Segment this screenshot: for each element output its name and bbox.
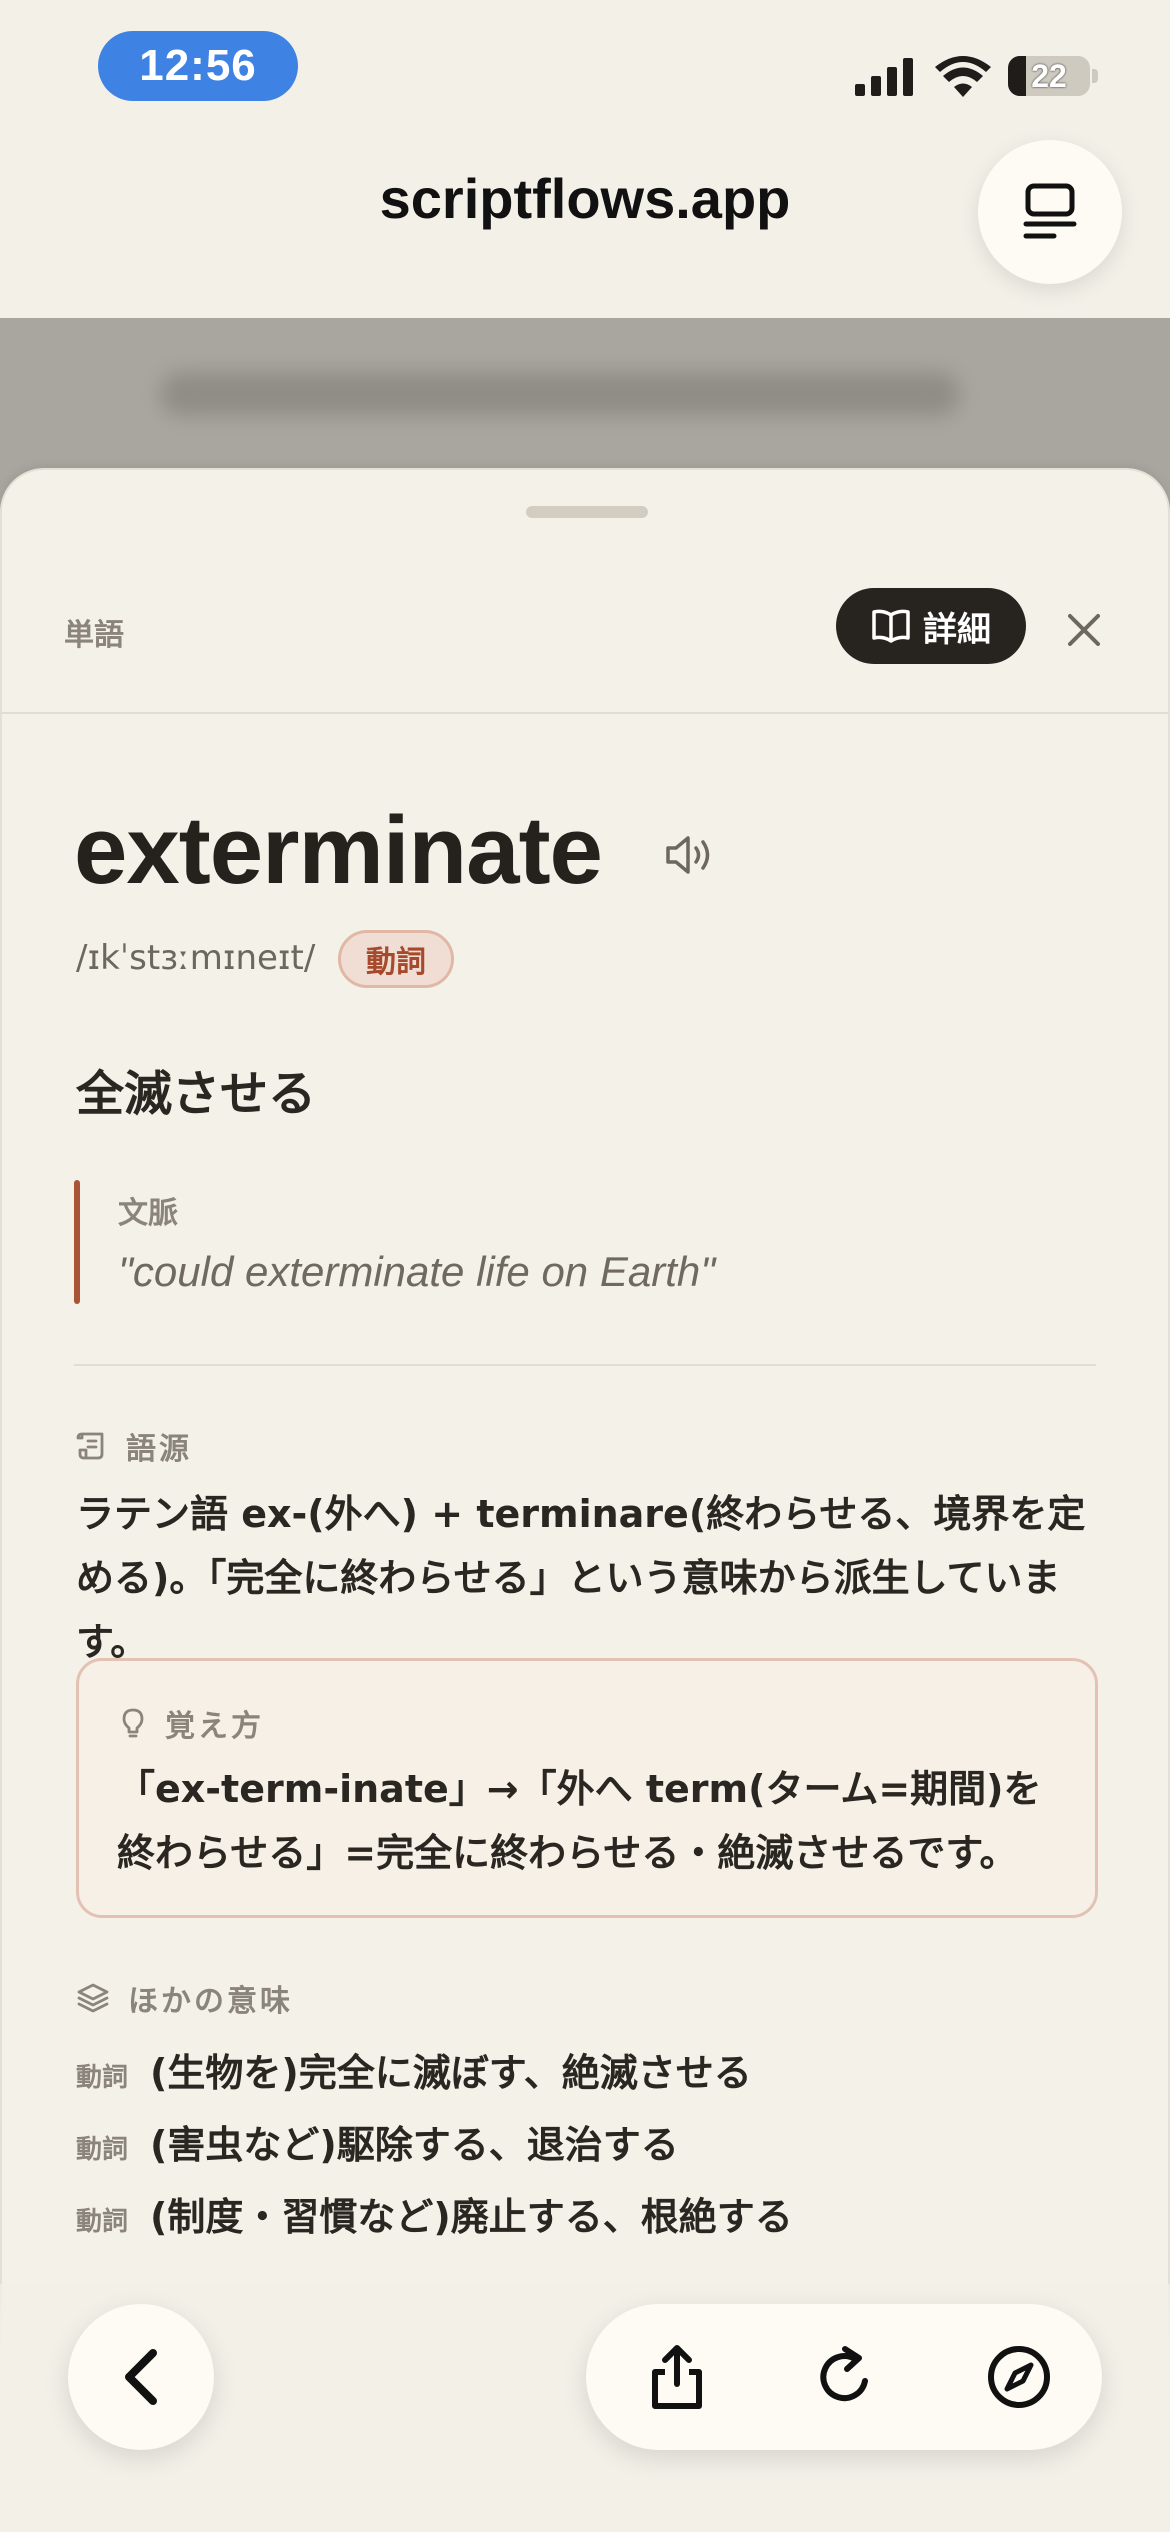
- memo-card: 覚え方 「ex-term-inate」→「外へ term(ターム=期間)を終わら…: [76, 1658, 1098, 1918]
- layers-icon: [77, 1983, 109, 2013]
- compass-icon: [988, 2346, 1050, 2408]
- other-meaning-pos: 動詞: [76, 2207, 129, 2237]
- other-meaning-row: 動詞 (害虫など)駆除する、退治する: [76, 2114, 679, 2169]
- reload-button[interactable]: [780, 2304, 910, 2450]
- other-meaning-pos: 動詞: [76, 2135, 129, 2165]
- back-button[interactable]: [68, 2304, 214, 2450]
- compass-button[interactable]: [954, 2304, 1084, 2450]
- battery-indicator: 22: [1008, 56, 1090, 96]
- content-divider: [74, 1364, 1096, 1366]
- sheet-grabber[interactable]: [526, 506, 648, 518]
- battery-fill: [1008, 56, 1027, 96]
- other-meaning-row: 動詞 (制度・習慣など)廃止する、根絶する: [76, 2186, 793, 2241]
- other-meaning-text: (制度・習慣など)廃止する、根絶する: [150, 2195, 793, 2239]
- cellular-signal-icon: [855, 58, 913, 96]
- status-time: 12:56: [98, 31, 298, 101]
- status-bar: 12:56 22: [0, 0, 1170, 130]
- header-divider: [2, 712, 1168, 714]
- memo-text: 「ex-term-inate」→「外へ term(ターム=期間)を終わらせる」=…: [117, 1767, 1042, 1875]
- wifi-icon: [935, 56, 991, 97]
- tabs-button[interactable]: [978, 140, 1122, 284]
- blurred-page-content: [160, 372, 960, 416]
- speaker-icon[interactable]: [664, 833, 716, 877]
- battery-tip: [1092, 69, 1098, 83]
- other-meanings-label: ほかの意味: [128, 1984, 293, 2019]
- memo-label: 覚え方: [165, 1709, 264, 1744]
- reload-icon: [820, 2346, 868, 2402]
- pos-badge: 動詞: [338, 930, 454, 988]
- sheet-kind-label: 単語: [64, 618, 124, 653]
- other-meanings-heading: ほかの意味: [76, 1976, 293, 2020]
- scroll-icon: [76, 1432, 104, 1460]
- word-detail-sheet: 単語 詳細 exterminate /ɪkˈstɜːmɪneɪt/ 動詞 全滅さ…: [0, 468, 1170, 2532]
- context-accent-bar: [74, 1180, 80, 1304]
- close-icon[interactable]: [1060, 606, 1108, 654]
- headword: exterminate: [74, 797, 603, 904]
- etymology-heading: 語源: [76, 1424, 192, 1468]
- other-meaning-row: 動詞 (生物を)完全に滅ぼす、絶滅させる: [76, 2042, 752, 2097]
- memo-heading: 覚え方: [119, 1701, 264, 1745]
- context-quote: "could exterminate life on Earth": [118, 1248, 716, 1295]
- chevron-left-icon: [125, 2349, 157, 2405]
- book-icon: [872, 609, 910, 643]
- detail-button-label: 詳細: [923, 609, 991, 650]
- primary-meaning: 全滅させる: [76, 1066, 317, 1122]
- detail-button[interactable]: 詳細: [836, 588, 1026, 664]
- context-label: 文脈: [118, 1196, 178, 1231]
- other-meaning-pos: 動詞: [76, 2063, 129, 2093]
- share-icon: [652, 2345, 702, 2409]
- lightbulb-icon: [122, 1708, 144, 1738]
- other-meaning-text: (生物を)完全に滅ぼす、絶滅させる: [150, 2051, 752, 2095]
- other-meaning-text: (害虫など)駆除する、退治する: [150, 2123, 679, 2167]
- browser-actions: [586, 2304, 1102, 2450]
- tabs-icon: [1023, 183, 1077, 239]
- battery-level: 22: [1031, 57, 1067, 94]
- etymology-label: 語源: [126, 1432, 192, 1467]
- phonetic: /ɪkˈstɜːmɪneɪt/: [76, 938, 316, 978]
- share-button[interactable]: [612, 2304, 742, 2450]
- etymology-text: ラテン語 ex-(外へ) + terminare(終わらせる、境界を定める)。「…: [76, 1492, 1086, 1664]
